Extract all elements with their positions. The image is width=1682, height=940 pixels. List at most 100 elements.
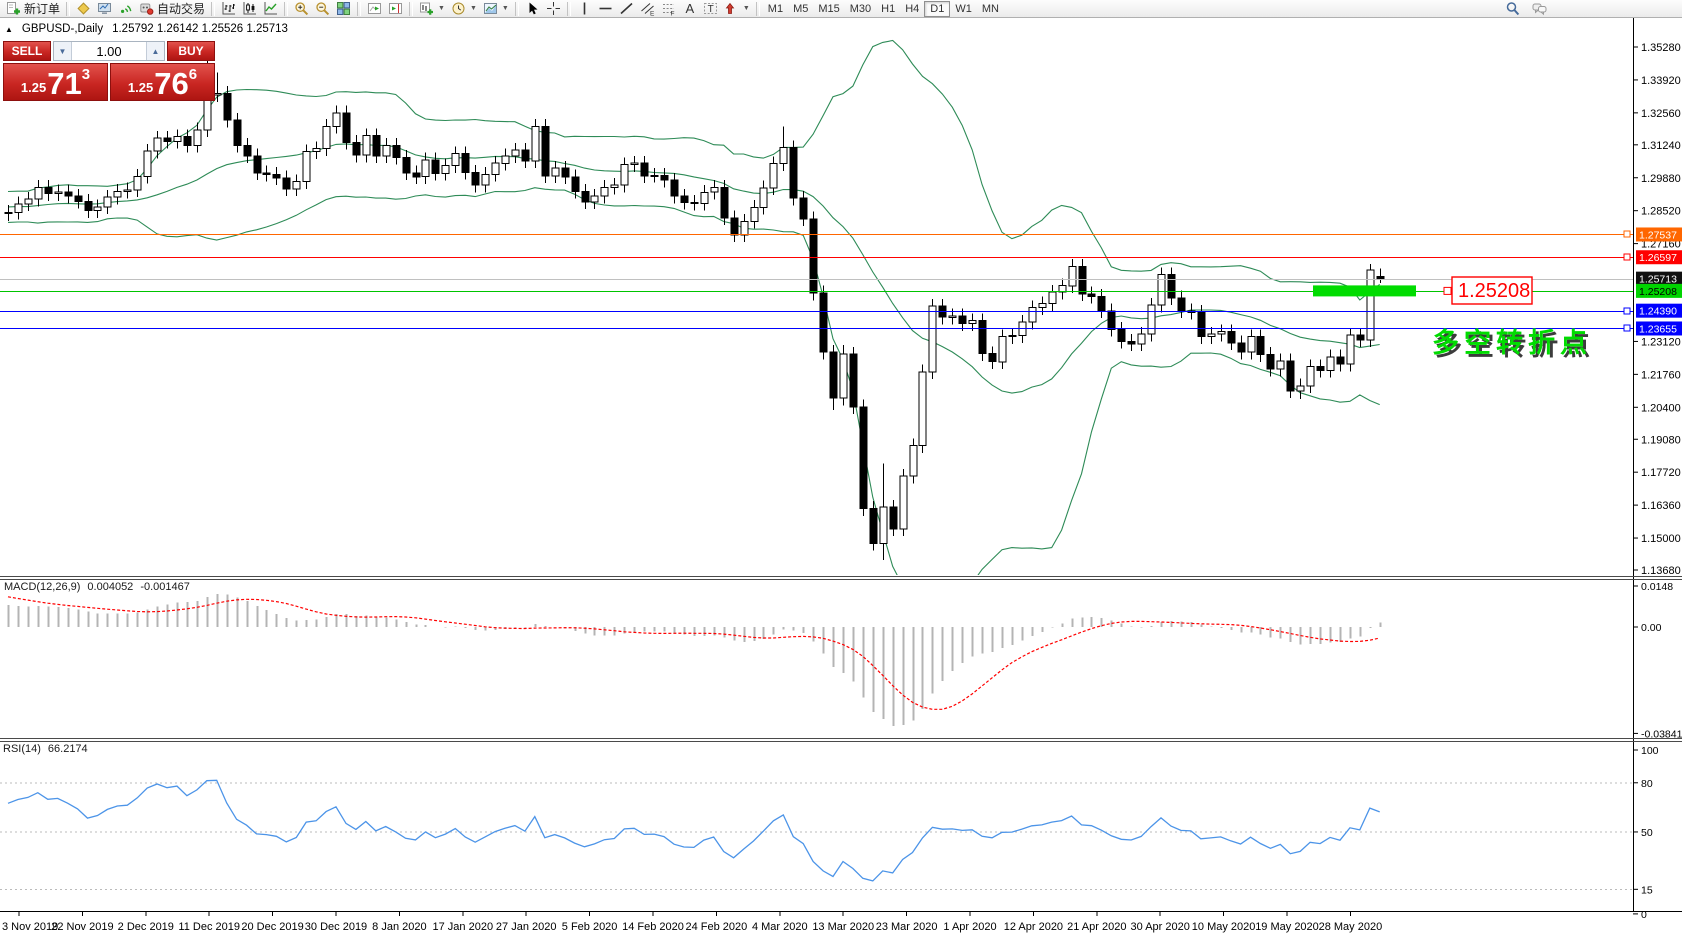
auto-scroll-button[interactable] xyxy=(364,1,385,17)
horizontal-line-button[interactable] xyxy=(595,1,616,17)
toolbar-separator xyxy=(211,2,215,16)
callout-handle[interactable] xyxy=(1444,287,1451,294)
buy-price-button[interactable]: 1.25 76 6 xyxy=(110,63,215,101)
candle-chart-button[interactable] xyxy=(239,1,260,17)
crosshair-button[interactable] xyxy=(543,1,564,17)
annotations[interactable]: 1.25208多空转折点多空转折点 xyxy=(1313,277,1595,361)
svg-text:50: 50 xyxy=(1641,827,1653,839)
svg-text:5 Feb 2020: 5 Feb 2020 xyxy=(562,921,618,933)
buy-price-sup: 6 xyxy=(189,66,197,83)
sell-button[interactable]: SELL xyxy=(3,41,51,61)
metaeditor-icon xyxy=(76,1,91,16)
timeframe-m5[interactable]: M5 xyxy=(788,1,813,17)
volume-decrease-icon[interactable]: ▼ xyxy=(54,42,72,60)
chart-title: ▲ GBPUSD-,Daily 1.25792 1.26142 1.25526 … xyxy=(5,23,288,35)
terminal-icon xyxy=(97,1,112,16)
svg-text:1.17720: 1.17720 xyxy=(1641,467,1681,479)
svg-text:30 Dec 2019: 30 Dec 2019 xyxy=(305,921,367,933)
new-chart-button[interactable]: ▼ xyxy=(416,1,448,17)
svg-text:E: E xyxy=(650,11,655,17)
toolbar-separator xyxy=(567,2,571,16)
text-icon: A xyxy=(682,1,697,16)
dropdown-caret-icon[interactable]: ▼ xyxy=(743,5,750,12)
cursor-button[interactable] xyxy=(522,1,543,17)
timeframe-m30[interactable]: M30 xyxy=(845,1,876,17)
timeframe-m1[interactable]: M1 xyxy=(763,1,788,17)
one-click-trade-panel: SELL ▼ 1.00 ▲ BUY 1.25 71 3 1.25 76 6 xyxy=(3,41,215,101)
fibonacci-icon: F xyxy=(661,1,676,16)
timeframe-h1[interactable]: H1 xyxy=(876,1,900,17)
svg-text:14 Feb 2020: 14 Feb 2020 xyxy=(622,921,684,933)
svg-text:1.23655: 1.23655 xyxy=(1639,323,1677,335)
text-button[interactable]: A xyxy=(679,1,700,17)
search-button[interactable] xyxy=(1502,1,1523,17)
hline-1.23655[interactable] xyxy=(0,325,1633,331)
svg-text:1.15000: 1.15000 xyxy=(1641,533,1681,545)
volume-value[interactable]: 1.00 xyxy=(72,42,146,60)
new-order-button[interactable]: 新订单 xyxy=(3,1,63,17)
zoom-in-button[interactable] xyxy=(291,1,312,17)
channel-button[interactable]: E xyxy=(637,1,658,17)
zoom-out-icon xyxy=(315,1,330,16)
svg-text:1.25208: 1.25208 xyxy=(1639,286,1677,298)
chat-button[interactable] xyxy=(1529,1,1550,17)
timeframe-m15[interactable]: M15 xyxy=(813,1,844,17)
dropdown-caret-icon[interactable]: ▼ xyxy=(438,5,445,12)
svg-text:15: 15 xyxy=(1641,884,1653,896)
bar-chart-icon xyxy=(221,1,236,16)
text-label-button[interactable]: T xyxy=(700,1,721,17)
time-axis: 3 Nov 201922 Nov 20192 Dec 201911 Dec 20… xyxy=(2,911,1382,933)
svg-text:1.19080: 1.19080 xyxy=(1641,434,1681,446)
svg-text:1.24390: 1.24390 xyxy=(1639,306,1677,318)
sell-price-button[interactable]: 1.25 71 3 xyxy=(3,63,108,101)
timeframe-d1[interactable]: D1 xyxy=(924,1,950,17)
tile-windows-button[interactable] xyxy=(333,1,354,17)
svg-text:1.16360: 1.16360 xyxy=(1641,500,1681,512)
annotation-text[interactable]: 多空转折点 xyxy=(1432,327,1592,358)
arrows-button[interactable]: ▼ xyxy=(721,1,753,17)
signals-button[interactable] xyxy=(115,1,136,17)
svg-text:30 Apr 2020: 30 Apr 2020 xyxy=(1131,921,1190,933)
svg-text:-0.038415: -0.038415 xyxy=(1641,728,1682,740)
signals-icon xyxy=(118,1,133,16)
vertical-line-button[interactable] xyxy=(574,1,595,17)
hline-1.24390[interactable] xyxy=(0,308,1633,314)
svg-text:1 Apr 2020: 1 Apr 2020 xyxy=(943,921,996,933)
dropdown-caret-icon[interactable]: ▼ xyxy=(470,5,477,12)
fibonacci-button[interactable]: F xyxy=(658,1,679,17)
arrows-icon xyxy=(724,1,739,16)
bar-chart-button[interactable] xyxy=(218,1,239,17)
buy-button[interactable]: BUY xyxy=(167,41,215,61)
rsi-indicator-label: RSI(14) 66.2174 xyxy=(3,743,88,755)
collapse-panel-icon[interactable]: ▲ xyxy=(5,25,13,34)
chart-shift-button[interactable] xyxy=(385,1,406,17)
periods-button[interactable]: ▼ xyxy=(448,1,480,17)
volume-increase-icon[interactable]: ▲ xyxy=(146,42,164,60)
templates-button[interactable]: ▼ xyxy=(480,1,512,17)
timeframe-w1[interactable]: W1 xyxy=(950,1,977,17)
timeframe-h4[interactable]: H4 xyxy=(900,1,924,17)
line-chart-button[interactable] xyxy=(260,1,281,17)
svg-text:1.28520: 1.28520 xyxy=(1641,206,1681,218)
periods-icon xyxy=(451,1,466,16)
toolbar-separator xyxy=(756,2,760,16)
svg-text:21 Apr 2020: 21 Apr 2020 xyxy=(1067,921,1126,933)
metaeditor-button[interactable] xyxy=(73,1,94,17)
chart-canvas[interactable]: 1.25208多空转折点多空转折点1.352801.339201.325601.… xyxy=(0,0,1682,940)
highlight-rectangle[interactable] xyxy=(1313,285,1416,296)
svg-text:2 Dec 2019: 2 Dec 2019 xyxy=(118,921,174,933)
zoom-in-icon xyxy=(294,1,309,16)
toolbar: 新订单 自动交易 ▼ ▼ ▼ EFAT ▼ M1M5M15M30H1H4D1W1MN xyxy=(0,0,1682,18)
autotrading-button[interactable]: 自动交易 xyxy=(136,1,208,17)
cursor-icon xyxy=(525,1,540,16)
timeframe-mn[interactable]: MN xyxy=(977,1,1004,17)
terminal-button[interactable] xyxy=(94,1,115,17)
svg-text:100: 100 xyxy=(1641,745,1659,757)
zoom-out-button[interactable] xyxy=(312,1,333,17)
line-chart-icon xyxy=(263,1,278,16)
dropdown-caret-icon[interactable]: ▼ xyxy=(502,5,509,12)
new-order-icon xyxy=(6,1,21,16)
volume-field[interactable]: ▼ 1.00 ▲ xyxy=(53,41,165,61)
trendline-button[interactable] xyxy=(616,1,637,17)
svg-text:11 Dec 2019: 11 Dec 2019 xyxy=(178,921,240,933)
